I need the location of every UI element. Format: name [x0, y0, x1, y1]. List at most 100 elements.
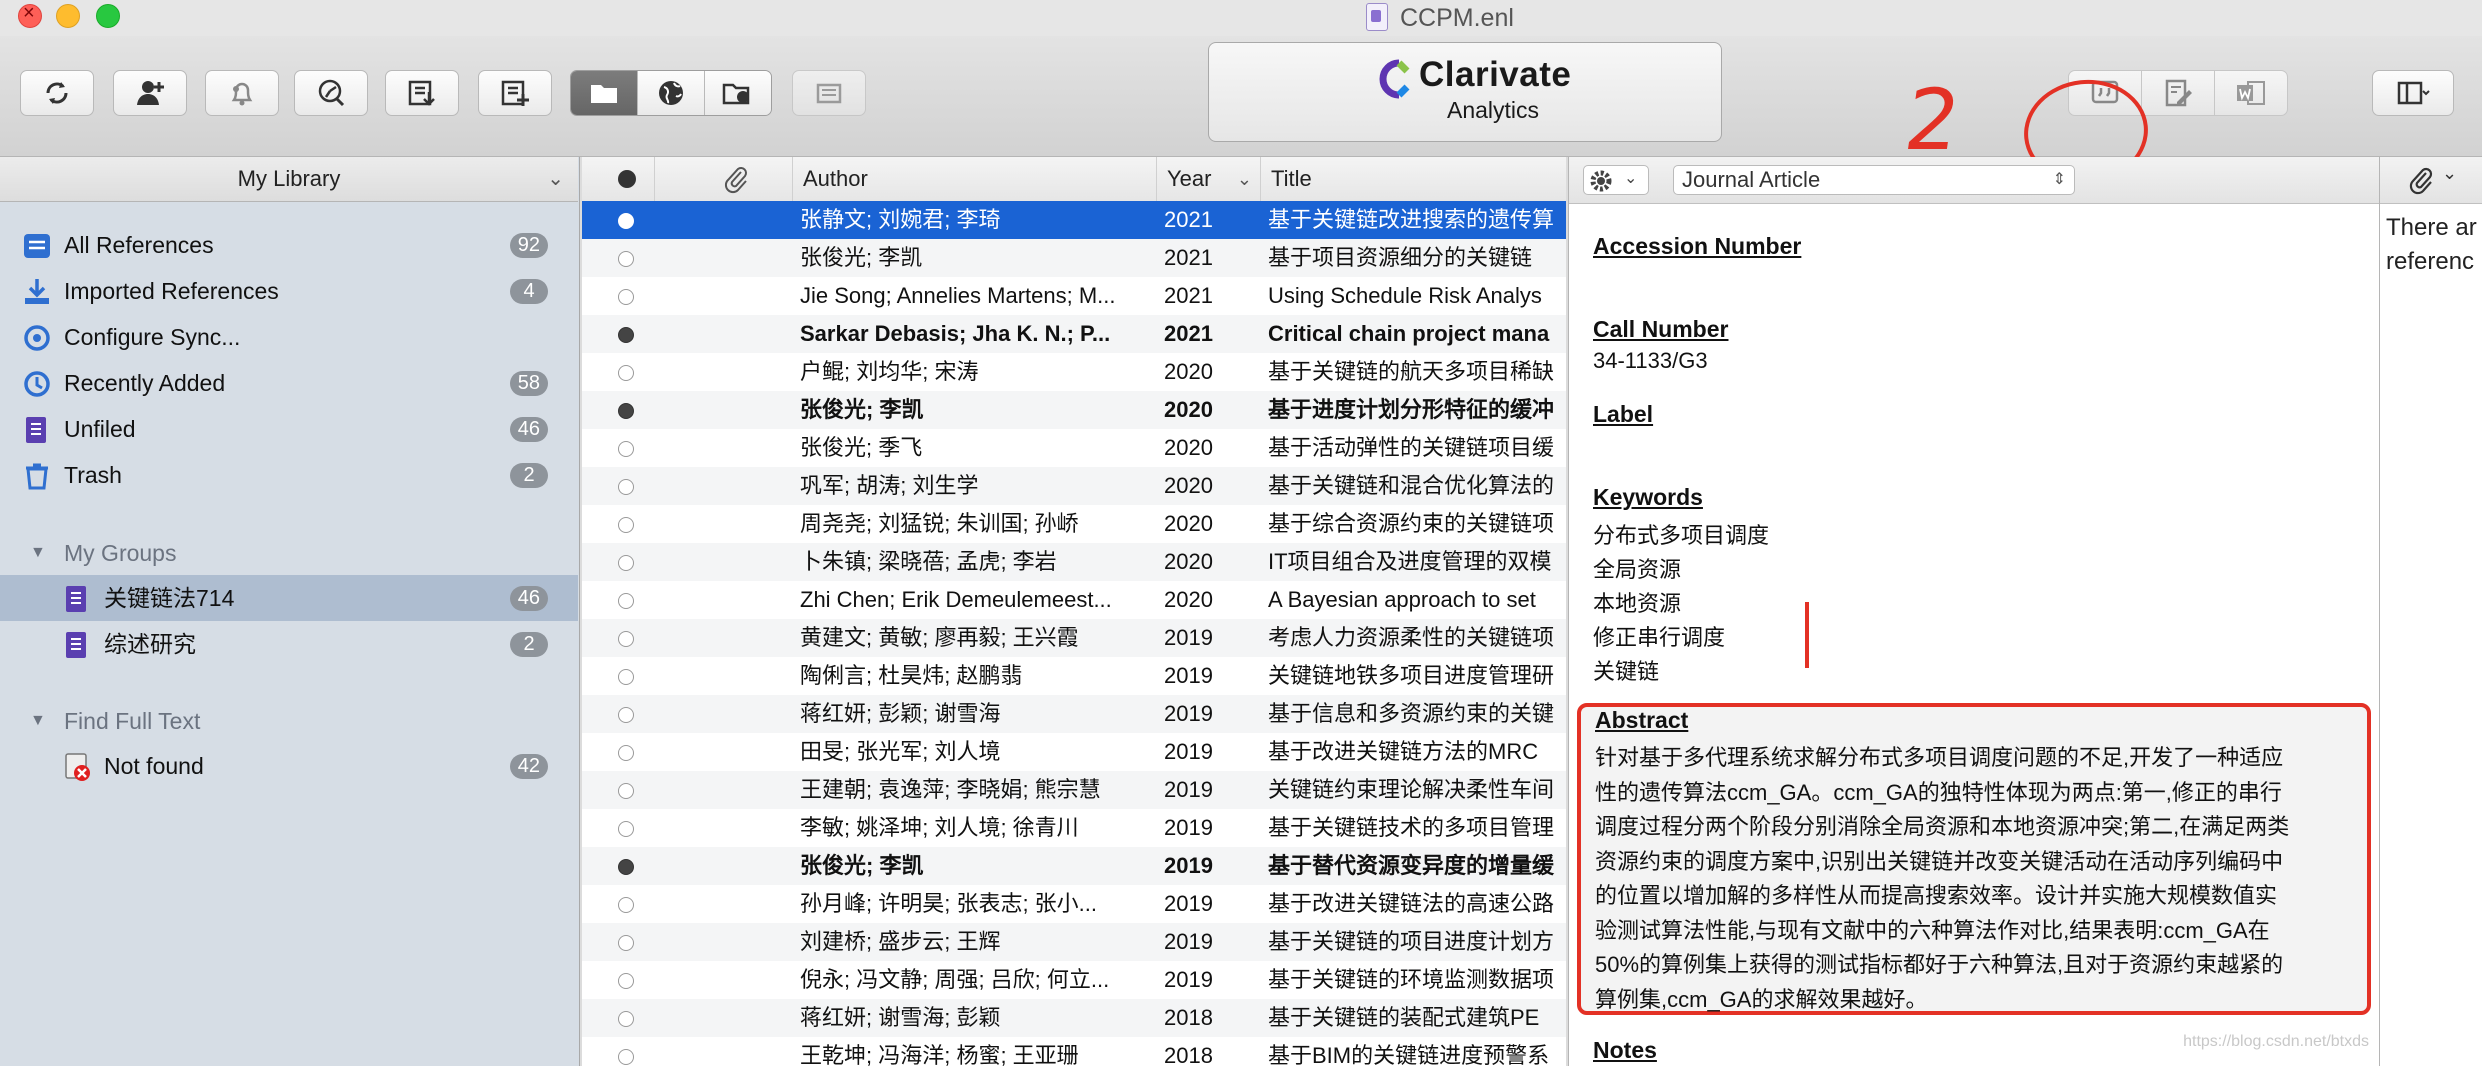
- table-row[interactable]: 周尧尧; 刘猛锐; 朱训国; 孙峤 2020 基于综合资源约束的关键链项: [582, 505, 1566, 543]
- activity-feed-button[interactable]: [205, 70, 279, 116]
- read-status-icon[interactable]: [618, 441, 634, 457]
- read-status-icon[interactable]: [618, 973, 634, 989]
- sidebar-item-recently-added[interactable]: Recently Added 58: [0, 360, 578, 406]
- table-row[interactable]: 张俊光; 李凯 2020 基于进度计划分形特征的缓冲: [582, 391, 1566, 429]
- table-row[interactable]: 张俊光; 李凯 2021 基于项目资源细分的关键链: [582, 239, 1566, 277]
- layout-toggle-button[interactable]: [2372, 70, 2454, 116]
- close-window-button[interactable]: [18, 2, 42, 28]
- sync-button[interactable]: [20, 70, 94, 116]
- format-bibliography-button[interactable]: [2141, 70, 2215, 116]
- minimize-window-button[interactable]: [56, 4, 80, 28]
- read-status-icon[interactable]: [618, 669, 634, 685]
- unread-status-icon[interactable]: [618, 327, 634, 343]
- read-status-icon[interactable]: [618, 1049, 634, 1065]
- sidebar-item-not-found[interactable]: Not found 42: [0, 743, 578, 789]
- keyword-item[interactable]: 关键链: [1593, 654, 1659, 686]
- table-row[interactable]: 李敏; 姚泽坤; 刘人境; 徐青川 2019 基于关键链技术的多项目管理: [582, 809, 1566, 847]
- author-cell: Jie Song; Annelies Martens; M...: [800, 283, 1116, 308]
- unread-status-icon[interactable]: [618, 213, 634, 229]
- read-status-icon[interactable]: [618, 251, 634, 267]
- read-status-icon[interactable]: [618, 289, 634, 305]
- table-row[interactable]: 张静文; 刘婉君; 李琦 2021 基于关键链改进搜索的遗传算: [582, 201, 1566, 239]
- disclosure-triangle-icon: ▼: [30, 712, 46, 729]
- table-row[interactable]: 王乾坤; 冯海洋; 杨蜜; 王亚珊 2018 基于BIM的关键链进度预警系: [582, 1037, 1566, 1066]
- sidebar-item-group-2[interactable]: 综述研究 2: [0, 621, 578, 667]
- sidebar-item-trash[interactable]: Trash 2: [0, 452, 578, 498]
- table-row[interactable]: 户鲲; 刘均华; 宋涛 2020 基于关键链的航天多项目稀缺: [582, 353, 1566, 391]
- clarivate-logo-button[interactable]: Clarivate Analytics: [1208, 42, 1722, 142]
- table-row[interactable]: 卜朱镇; 梁晓蓓; 孟虎; 李岩 2020 IT项目组合及进度管理的双模: [582, 543, 1566, 581]
- year-cell: 2019: [1164, 701, 1213, 726]
- table-row[interactable]: 蒋红妍; 彭颖; 谢雪海 2019 基于信息和多资源约束的关键: [582, 695, 1566, 733]
- paperclip-icon[interactable]: [2406, 165, 2436, 195]
- library-selector[interactable]: My Library ⌄: [0, 157, 578, 202]
- read-status-icon[interactable]: [618, 745, 634, 761]
- table-row[interactable]: Sarkar Debasis; Jha K. N.; P... 2021 Criti…: [582, 315, 1566, 353]
- table-row[interactable]: Jie Song; Annelies Martens; M... 2021 Usin…: [582, 277, 1566, 315]
- table-row[interactable]: 王建朝; 袁逸萍; 李晓娟; 熊宗慧 2019 关键链约束理论解决柔性车间: [582, 771, 1566, 809]
- author-cell: 卜朱镇; 梁晓蓓; 孟虎; 李岩: [800, 549, 1057, 574]
- unread-status-icon[interactable]: [618, 859, 634, 875]
- table-row[interactable]: 张俊光; 季飞 2020 基于活动弹性的关键链项目缓: [582, 429, 1566, 467]
- globe-icon: [659, 81, 683, 105]
- table-row[interactable]: 巩军; 胡涛; 刘生学 2020 基于关键链和混合优化算法的: [582, 467, 1566, 505]
- integrated-library-mode-button[interactable]: [705, 71, 771, 115]
- sidebar-item-configure-sync[interactable]: Configure Sync...: [0, 314, 578, 360]
- year-column-header[interactable]: Year ⌄: [1156, 157, 1260, 201]
- sidebar-item-imported-references[interactable]: Imported References 4: [0, 268, 578, 314]
- read-status-icon[interactable]: [618, 935, 634, 951]
- read-status-column-header[interactable]: [582, 157, 654, 201]
- read-status-icon[interactable]: [618, 517, 634, 533]
- read-status-icon[interactable]: [618, 555, 634, 571]
- title-cell: 基于综合资源约束的关键链项: [1268, 511, 1555, 536]
- abstract-field[interactable]: Abstract 针对基于多代理系统求解分布式多项目调度问题的不足,开发了一种适…: [1577, 703, 2371, 1015]
- title-column-header[interactable]: Title: [1260, 157, 1566, 201]
- table-row[interactable]: 蒋红妍; 谢雪海; 彭颖 2018 基于关键链的装配式建筑PE: [582, 999, 1566, 1037]
- table-row[interactable]: 刘建桥; 盛步云; 王辉 2019 基于关键链的项目进度计划方: [582, 923, 1566, 961]
- all-references-icon: [24, 234, 50, 258]
- my-groups-header[interactable]: ▼ My Groups: [0, 533, 578, 573]
- read-status-icon[interactable]: [618, 821, 634, 837]
- table-row[interactable]: 陶俐言; 杜昊炜; 赵鹏翡 2019 关键链地铁多项目进度管理研: [582, 657, 1566, 695]
- find-full-text-header[interactable]: ▼ Find Full Text: [0, 701, 578, 741]
- share-library-button[interactable]: [113, 70, 187, 116]
- table-row[interactable]: Zhi Chen; Erik Demeulemeest... 2020 A Baye…: [582, 581, 1566, 619]
- online-search-mode-button[interactable]: [638, 71, 705, 115]
- table-row[interactable]: 孙月峰; 许明昊; 张表志; 张小... 2019 基于改进关键链法的高速公路: [582, 885, 1566, 923]
- detail-settings-button[interactable]: ⌄: [1583, 165, 1649, 195]
- read-status-icon[interactable]: [618, 1011, 634, 1027]
- chevron-down-icon[interactable]: ⌄: [2442, 163, 2457, 184]
- keyword-item[interactable]: 分布式多项目调度: [1593, 518, 1769, 550]
- go-to-word-button[interactable]: [2214, 70, 2288, 116]
- keyword-item[interactable]: 修正串行调度: [1593, 620, 1725, 652]
- online-search-button[interactable]: [294, 70, 368, 116]
- reference-type-select[interactable]: Journal Article ⇕: [1673, 165, 2075, 195]
- import-button[interactable]: [385, 70, 459, 116]
- keyword-item[interactable]: 本地资源: [1593, 586, 1681, 618]
- table-row[interactable]: 张俊光; 李凯 2019 基于替代资源变异度的增量缓: [582, 847, 1566, 885]
- table-row[interactable]: 田旻; 张光军; 刘人境 2019 基于改进关键链方法的MRC: [582, 733, 1566, 771]
- read-status-icon[interactable]: [618, 631, 634, 647]
- read-status-icon[interactable]: [618, 479, 634, 495]
- sidebar-item-all-references[interactable]: All References 92: [0, 222, 578, 268]
- read-status-icon[interactable]: [618, 593, 634, 609]
- find-full-text-button[interactable]: [792, 70, 866, 116]
- read-status-icon[interactable]: [618, 365, 634, 381]
- new-reference-button[interactable]: [478, 70, 552, 116]
- unread-status-icon[interactable]: [618, 403, 634, 419]
- keyword-item[interactable]: 全局资源: [1593, 552, 1681, 584]
- sidebar-item-group-1[interactable]: 关键链法714 46: [0, 575, 578, 621]
- reference-detail-panel: ⌄ Journal Article ⇕ Accession Number Cal…: [1568, 157, 2380, 1066]
- local-library-mode-button[interactable]: [571, 71, 638, 115]
- read-status-icon[interactable]: [618, 783, 634, 799]
- author-column-header[interactable]: Author: [792, 157, 1156, 201]
- zoom-window-button[interactable]: [96, 4, 120, 28]
- gear-icon: [1590, 170, 1612, 192]
- table-row[interactable]: 倪永; 冯文静; 周强; 吕欣; 何立... 2019 基于关键链的环境监测数据项: [582, 961, 1566, 999]
- call-number-field[interactable]: 34-1133/G3: [1593, 348, 1708, 374]
- table-row[interactable]: 黄建文; 黄敏; 廖再毅; 王兴霞 2019 考虑人力资源柔性的关键链项: [582, 619, 1566, 657]
- sidebar-item-unfiled[interactable]: Unfiled 46: [0, 406, 578, 452]
- read-status-icon[interactable]: [618, 897, 634, 913]
- read-status-icon[interactable]: [618, 707, 634, 723]
- attachment-column-header[interactable]: [654, 157, 792, 201]
